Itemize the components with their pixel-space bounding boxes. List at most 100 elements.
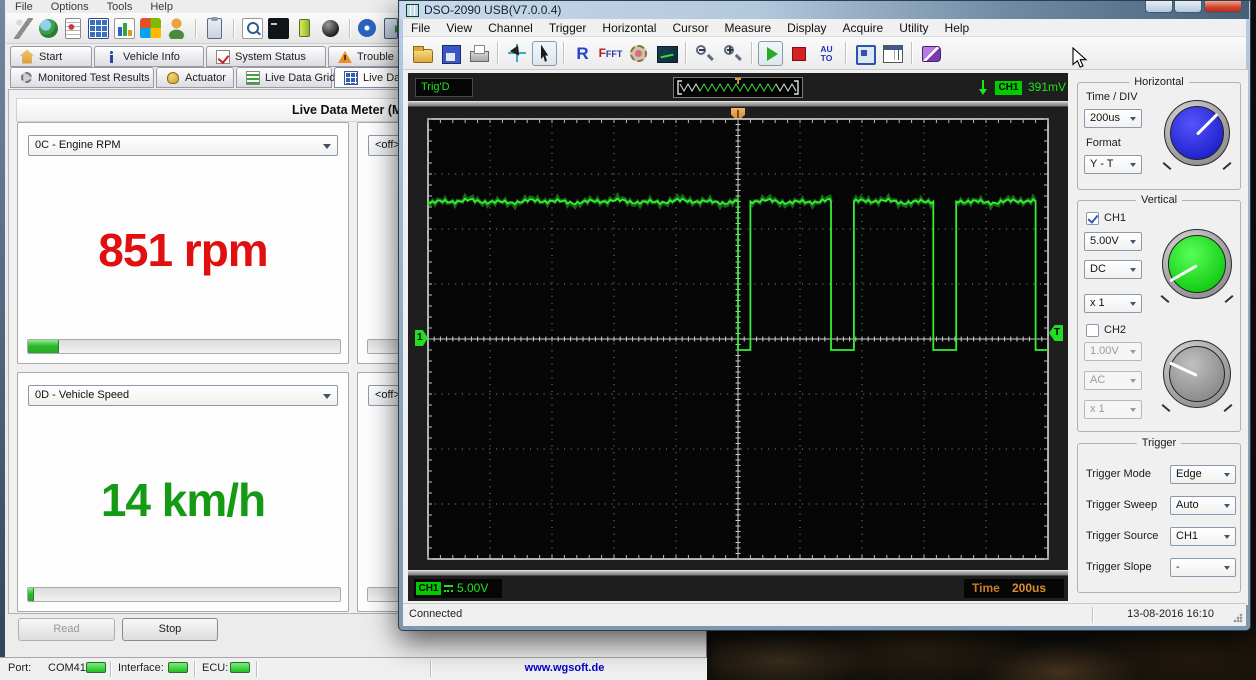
tab-start[interactable]: Start bbox=[10, 46, 92, 67]
terminal-icon[interactable] bbox=[268, 18, 289, 39]
open-file-icon[interactable] bbox=[410, 41, 435, 66]
vertical-group: Vertical CH1 5.00V DC x 1 bbox=[1077, 200, 1241, 432]
ch1-probe-select[interactable]: x 1 bbox=[1084, 294, 1142, 313]
menu-measure[interactable]: Measure bbox=[716, 19, 779, 36]
menu-tools[interactable]: Tools bbox=[98, 0, 142, 13]
title-bar[interactable]: DSO-2090 USB(V7.0.0.4) bbox=[400, 1, 1249, 19]
horizontal-position-knob[interactable] bbox=[1164, 100, 1230, 166]
autoset-icon[interactable]: AU TO bbox=[814, 41, 839, 66]
menu-file[interactable]: File bbox=[403, 19, 438, 36]
pointer-tool-icon[interactable] bbox=[532, 41, 557, 66]
rpm-value: 851 rpm bbox=[18, 223, 348, 277]
battery-icon[interactable] bbox=[299, 19, 310, 37]
toolbar-separator bbox=[563, 42, 564, 64]
user-icon[interactable] bbox=[166, 18, 187, 39]
interface-led bbox=[168, 662, 188, 673]
menu-cursor[interactable]: Cursor bbox=[664, 19, 716, 36]
report-icon[interactable] bbox=[65, 18, 81, 39]
ch2-checkbox[interactable] bbox=[1086, 324, 1099, 337]
connector-icon[interactable] bbox=[13, 18, 34, 39]
settings-wheel-icon[interactable] bbox=[626, 41, 651, 66]
menu-utility[interactable]: Utility bbox=[891, 19, 936, 36]
trigger-source-select[interactable]: CH1 bbox=[1170, 527, 1236, 546]
window-title: DSO-2090 USB(V7.0.0.4) bbox=[424, 3, 561, 17]
ch1-coupling-select[interactable]: DC bbox=[1084, 260, 1142, 279]
minimize-button[interactable] bbox=[1145, 1, 1173, 13]
rpm-progress-fill bbox=[28, 340, 59, 353]
zoom-out-icon[interactable] bbox=[692, 41, 717, 66]
tab-row-1: Start Vehicle Info System Status Trouble bbox=[10, 46, 440, 67]
tab-system-status[interactable]: System Status bbox=[206, 46, 326, 67]
close-button[interactable] bbox=[1204, 1, 1242, 13]
format-select[interactable]: Y - T bbox=[1084, 155, 1142, 174]
menu-trigger[interactable]: Trigger bbox=[541, 19, 595, 36]
resize-grip[interactable] bbox=[1233, 613, 1243, 623]
reset-icon[interactable]: R bbox=[570, 41, 595, 66]
stop-icon[interactable] bbox=[786, 41, 811, 66]
info-icon[interactable] bbox=[358, 19, 376, 37]
fft-icon[interactable]: FFFT bbox=[598, 41, 623, 66]
cursor-measure-icon[interactable] bbox=[504, 41, 529, 66]
chart-icon[interactable] bbox=[114, 18, 135, 39]
window-layout-icon[interactable] bbox=[880, 41, 905, 66]
tab-label: Live Data Grid bbox=[265, 72, 335, 84]
waveform-preview[interactable] bbox=[673, 77, 803, 98]
tab-actuator[interactable]: Actuator bbox=[156, 67, 234, 88]
scope-top-bar: Trig'D CH1 391mV bbox=[408, 75, 1068, 100]
ch2-position-knob[interactable] bbox=[1163, 340, 1231, 408]
menu-horizontal[interactable]: Horizontal bbox=[594, 19, 664, 36]
tab-monitored-test-results[interactable]: Monitored Test Results bbox=[10, 67, 154, 88]
pid-select-value: <off> bbox=[375, 139, 400, 151]
trigger-slope-select[interactable]: - bbox=[1170, 558, 1236, 577]
meter-panel-speed: 0D - Vehicle Speed 14 km/h bbox=[17, 372, 349, 612]
menu-acquire[interactable]: Acquire bbox=[835, 19, 892, 36]
ch1-checkbox[interactable] bbox=[1086, 212, 1099, 225]
windows-icon[interactable] bbox=[140, 18, 161, 39]
mouse-cursor bbox=[1072, 47, 1089, 70]
ecu-led bbox=[230, 662, 250, 673]
search-icon[interactable] bbox=[242, 18, 263, 39]
speed-progress bbox=[27, 587, 341, 602]
time-div-select[interactable]: 200us bbox=[1084, 109, 1142, 128]
save-icon[interactable] bbox=[438, 41, 463, 66]
tab-live-data-grid[interactable]: Live Data Grid bbox=[236, 67, 332, 88]
grid-icon[interactable] bbox=[88, 18, 109, 39]
print-icon[interactable] bbox=[466, 41, 491, 66]
menu-help[interactable]: Help bbox=[937, 19, 978, 36]
pid-select-rpm[interactable]: 0C - Engine RPM bbox=[28, 135, 338, 156]
time-label: Time bbox=[972, 581, 1000, 595]
trigger-sweep-select[interactable]: Auto bbox=[1170, 496, 1236, 515]
ch1-volts-select[interactable]: 5.00V bbox=[1084, 232, 1142, 251]
time-div-value: 200us bbox=[1090, 112, 1120, 124]
zoom-in-icon[interactable] bbox=[720, 41, 745, 66]
menu-view[interactable]: View bbox=[438, 19, 480, 36]
run-icon[interactable] bbox=[758, 41, 783, 66]
format-label: Format bbox=[1086, 137, 1121, 149]
clipboard-icon[interactable] bbox=[207, 18, 222, 39]
menu-display[interactable]: Display bbox=[779, 19, 834, 36]
tab-label: Trouble bbox=[357, 51, 394, 63]
pid-select-speed[interactable]: 0D - Vehicle Speed bbox=[28, 385, 338, 406]
app-icon bbox=[406, 4, 419, 17]
trigger-level-marker[interactable]: T bbox=[1049, 325, 1063, 341]
help-book-icon[interactable] bbox=[918, 41, 943, 66]
knob-icon[interactable] bbox=[322, 20, 339, 37]
trigger-mode-select[interactable]: Edge bbox=[1170, 465, 1236, 484]
menu-help[interactable]: Help bbox=[141, 0, 182, 13]
stop-button[interactable]: Stop bbox=[122, 618, 218, 641]
globe-icon[interactable] bbox=[39, 19, 58, 38]
ch1-position-knob[interactable] bbox=[1162, 229, 1232, 299]
exit-icon[interactable] bbox=[384, 18, 398, 39]
statusbar-separator bbox=[110, 661, 112, 677]
menu-channel[interactable]: Channel bbox=[480, 19, 541, 36]
display-settings-icon[interactable] bbox=[852, 41, 877, 66]
menu-options[interactable]: Options bbox=[42, 0, 98, 13]
ch1-label: CH1 bbox=[1104, 212, 1126, 224]
menu-file[interactable]: File bbox=[6, 0, 42, 13]
dso-window: DSO-2090 USB(V7.0.0.4) File View Channel… bbox=[398, 0, 1251, 631]
waveform-display-icon[interactable] bbox=[654, 41, 679, 66]
maximize-button[interactable] bbox=[1174, 1, 1202, 13]
tab-vehicle-info[interactable]: Vehicle Info bbox=[94, 46, 204, 67]
tab-label: System Status bbox=[235, 51, 306, 63]
website-link[interactable]: www.wgsoft.de bbox=[432, 662, 697, 674]
